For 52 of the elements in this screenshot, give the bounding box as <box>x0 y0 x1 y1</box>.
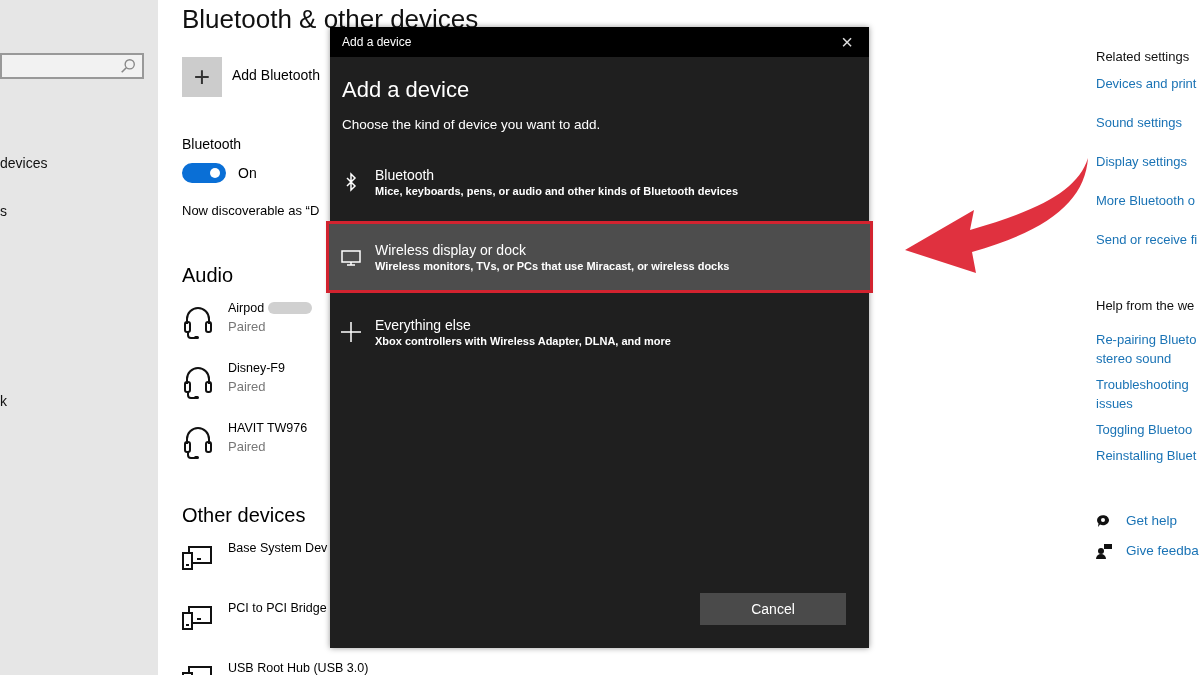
dialog-subtitle: Choose the kind of device you want to add. <box>342 117 601 132</box>
dialog-heading: Add a device <box>342 77 470 103</box>
help-link[interactable]: Re-pairing Blueto stereo sound <box>1096 330 1197 368</box>
bluetooth-label: Bluetooth <box>182 136 242 152</box>
sidebar-item[interactable]: k <box>0 393 7 409</box>
settings-link[interactable]: Sound settings <box>1096 115 1182 131</box>
chat-bubble-icon <box>1096 513 1112 529</box>
device-status: Paired <box>228 439 267 455</box>
window-title: Add a device <box>342 35 412 49</box>
device-name[interactable]: USB Root Hub (USB 3.0) <box>228 660 369 675</box>
discoverable-text: Now discoverable as “D <box>182 203 320 218</box>
device-status: Paired <box>228 319 267 335</box>
section-heading: Related settings <box>1096 49 1190 65</box>
device-name[interactable]: HAVIT TW976 <box>228 420 308 436</box>
device-type-option[interactable]: Bluetooth Mice, keyboards, pens, or audio and other kinds of Bluetooth devices <box>326 146 873 218</box>
help-link[interactable]: Reinstalling Bluet <box>1096 446 1197 465</box>
sidebar-item[interactable]: devices <box>0 155 48 171</box>
section-heading: Other devices <box>182 504 306 527</box>
device-name[interactable]: Disney-F9 <box>228 360 285 376</box>
settings-link[interactable]: Display settings <box>1096 154 1188 170</box>
devices-icon <box>182 606 212 630</box>
device-status: Paired <box>228 379 267 395</box>
devices-icon <box>182 546 212 570</box>
monitor-icon <box>341 247 361 267</box>
add-device-label[interactable]: Add Bluetooth <box>232 67 320 83</box>
device-type-option[interactable]: Everything else Xbox controllers with Wireless Adapter, DLNA, and more <box>326 296 873 368</box>
help-link[interactable]: Troubleshooting issues <box>1096 375 1189 413</box>
headset-icon <box>182 424 214 460</box>
search-icon <box>120 58 136 74</box>
settings-link[interactable]: Devices and print <box>1096 76 1197 92</box>
settings-link[interactable]: More Bluetooth o <box>1096 193 1195 209</box>
device-name[interactable]: Base System Dev <box>228 540 328 556</box>
device-name[interactable]: Airpod <box>228 300 265 316</box>
close-button[interactable]: × <box>837 32 857 52</box>
section-heading: Help from the we <box>1096 298 1195 314</box>
help-link[interactable]: Give feedba <box>1126 543 1199 559</box>
help-link[interactable]: Toggling Bluetoo <box>1096 420 1193 439</box>
headset-icon <box>182 364 214 400</box>
toggle-state: On <box>238 165 257 181</box>
add-device-button[interactable]: + <box>182 57 222 97</box>
plus-icon <box>341 322 361 342</box>
settings-link[interactable]: Send or receive fi <box>1096 232 1198 248</box>
search-field[interactable] <box>0 53 144 79</box>
help-link[interactable]: Get help <box>1126 513 1178 529</box>
section-heading: Audio <box>182 264 234 287</box>
device-name[interactable]: PCI to PCI Bridge <box>228 600 327 616</box>
cancel-button[interactable]: Cancel <box>700 593 846 625</box>
headset-icon <box>182 304 214 340</box>
sidebar-item[interactable]: s <box>0 203 7 219</box>
person-icon <box>1096 543 1112 559</box>
device-type-option[interactable]: Wireless display or dock Wireless monitors, TVs, or PCs that use Miracast, or wireless docks <box>326 221 873 293</box>
bluetooth-toggle[interactable] <box>182 163 226 183</box>
